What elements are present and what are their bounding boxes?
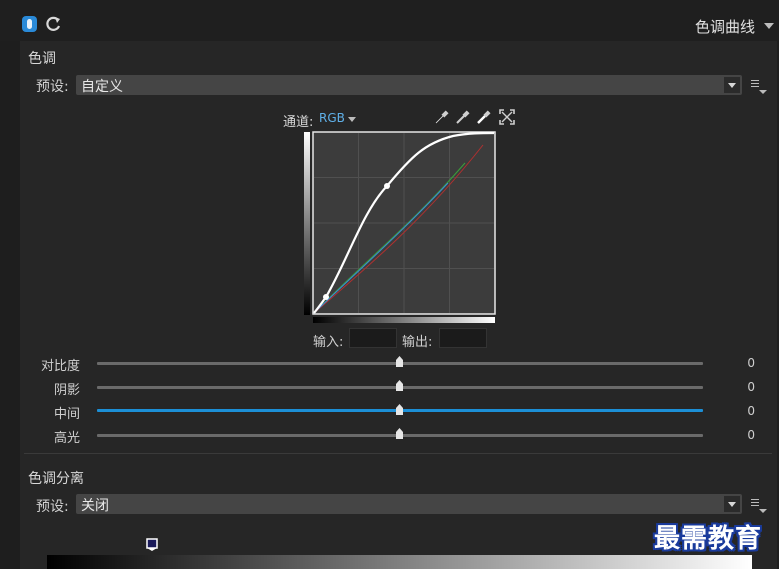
eyedropper-white-icon[interactable] (476, 109, 492, 125)
preset-select[interactable]: 自定义 (76, 75, 742, 95)
output-field[interactable] (439, 328, 487, 348)
curve-point (323, 294, 329, 300)
slider-thumb[interactable] (396, 404, 403, 415)
slider-value-contrast: 0 (747, 356, 755, 370)
chevron-down-icon[interactable] (724, 77, 740, 93)
slider-label-midtones: 中间 (53, 407, 80, 422)
luminance-gradient-strip[interactable] (47, 555, 752, 569)
input-label: 输入: (313, 335, 344, 350)
curve-point (384, 183, 390, 189)
section-title-split-toning: 色调分离 (28, 471, 84, 487)
section-title-tone: 色调 (28, 51, 56, 67)
slider-value-shadows: 0 (747, 380, 755, 394)
input-field[interactable] (349, 328, 397, 348)
preset-menu-icon[interactable] (751, 78, 767, 96)
expand-icon[interactable] (499, 109, 515, 125)
preset-value: 自定义 (81, 79, 123, 95)
toggle-icon[interactable] (22, 16, 37, 32)
watermark: 最需教育 (654, 524, 763, 554)
panel-title: 色调曲线 (694, 18, 755, 36)
eyedropper-gray-icon[interactable] (455, 109, 471, 125)
preset-label: 预设: (36, 499, 69, 515)
chevron-down-icon[interactable] (724, 496, 740, 512)
slider-label-contrast: 对比度 (40, 359, 80, 374)
chevron-down-icon[interactable] (348, 117, 356, 122)
reset-icon[interactable] (44, 15, 62, 33)
split-toning-preset-select[interactable]: 关闭 (76, 494, 742, 514)
divider (24, 453, 772, 454)
panel-menu-icon[interactable] (764, 23, 774, 29)
slider-value-midtones: 0 (747, 404, 755, 418)
tone-curve-graph[interactable] (303, 131, 498, 326)
channel-select[interactable]: RGB (319, 111, 345, 125)
slider-thumb[interactable] (396, 380, 403, 391)
preset-menu-icon[interactable] (751, 497, 767, 515)
slider-label-highlights: 高光 (53, 431, 80, 446)
slider-label-shadows: 阴影 (53, 383, 80, 398)
preset-value: 关闭 (81, 498, 109, 514)
slider-thumb[interactable] (396, 356, 403, 367)
output-gradient-bar (304, 132, 310, 315)
channel-label: 通道: (283, 115, 314, 130)
tone-marker-icon[interactable] (146, 538, 158, 552)
output-label: 输出: (402, 335, 433, 350)
slider-value-highlights: 0 (747, 428, 755, 442)
slider-thumb[interactable] (396, 428, 403, 439)
input-gradient-bar (313, 317, 495, 323)
eyedropper-black-icon[interactable] (434, 109, 450, 125)
preset-label: 预设: (36, 79, 69, 95)
panel-header: 色调曲线 (0, 0, 779, 41)
